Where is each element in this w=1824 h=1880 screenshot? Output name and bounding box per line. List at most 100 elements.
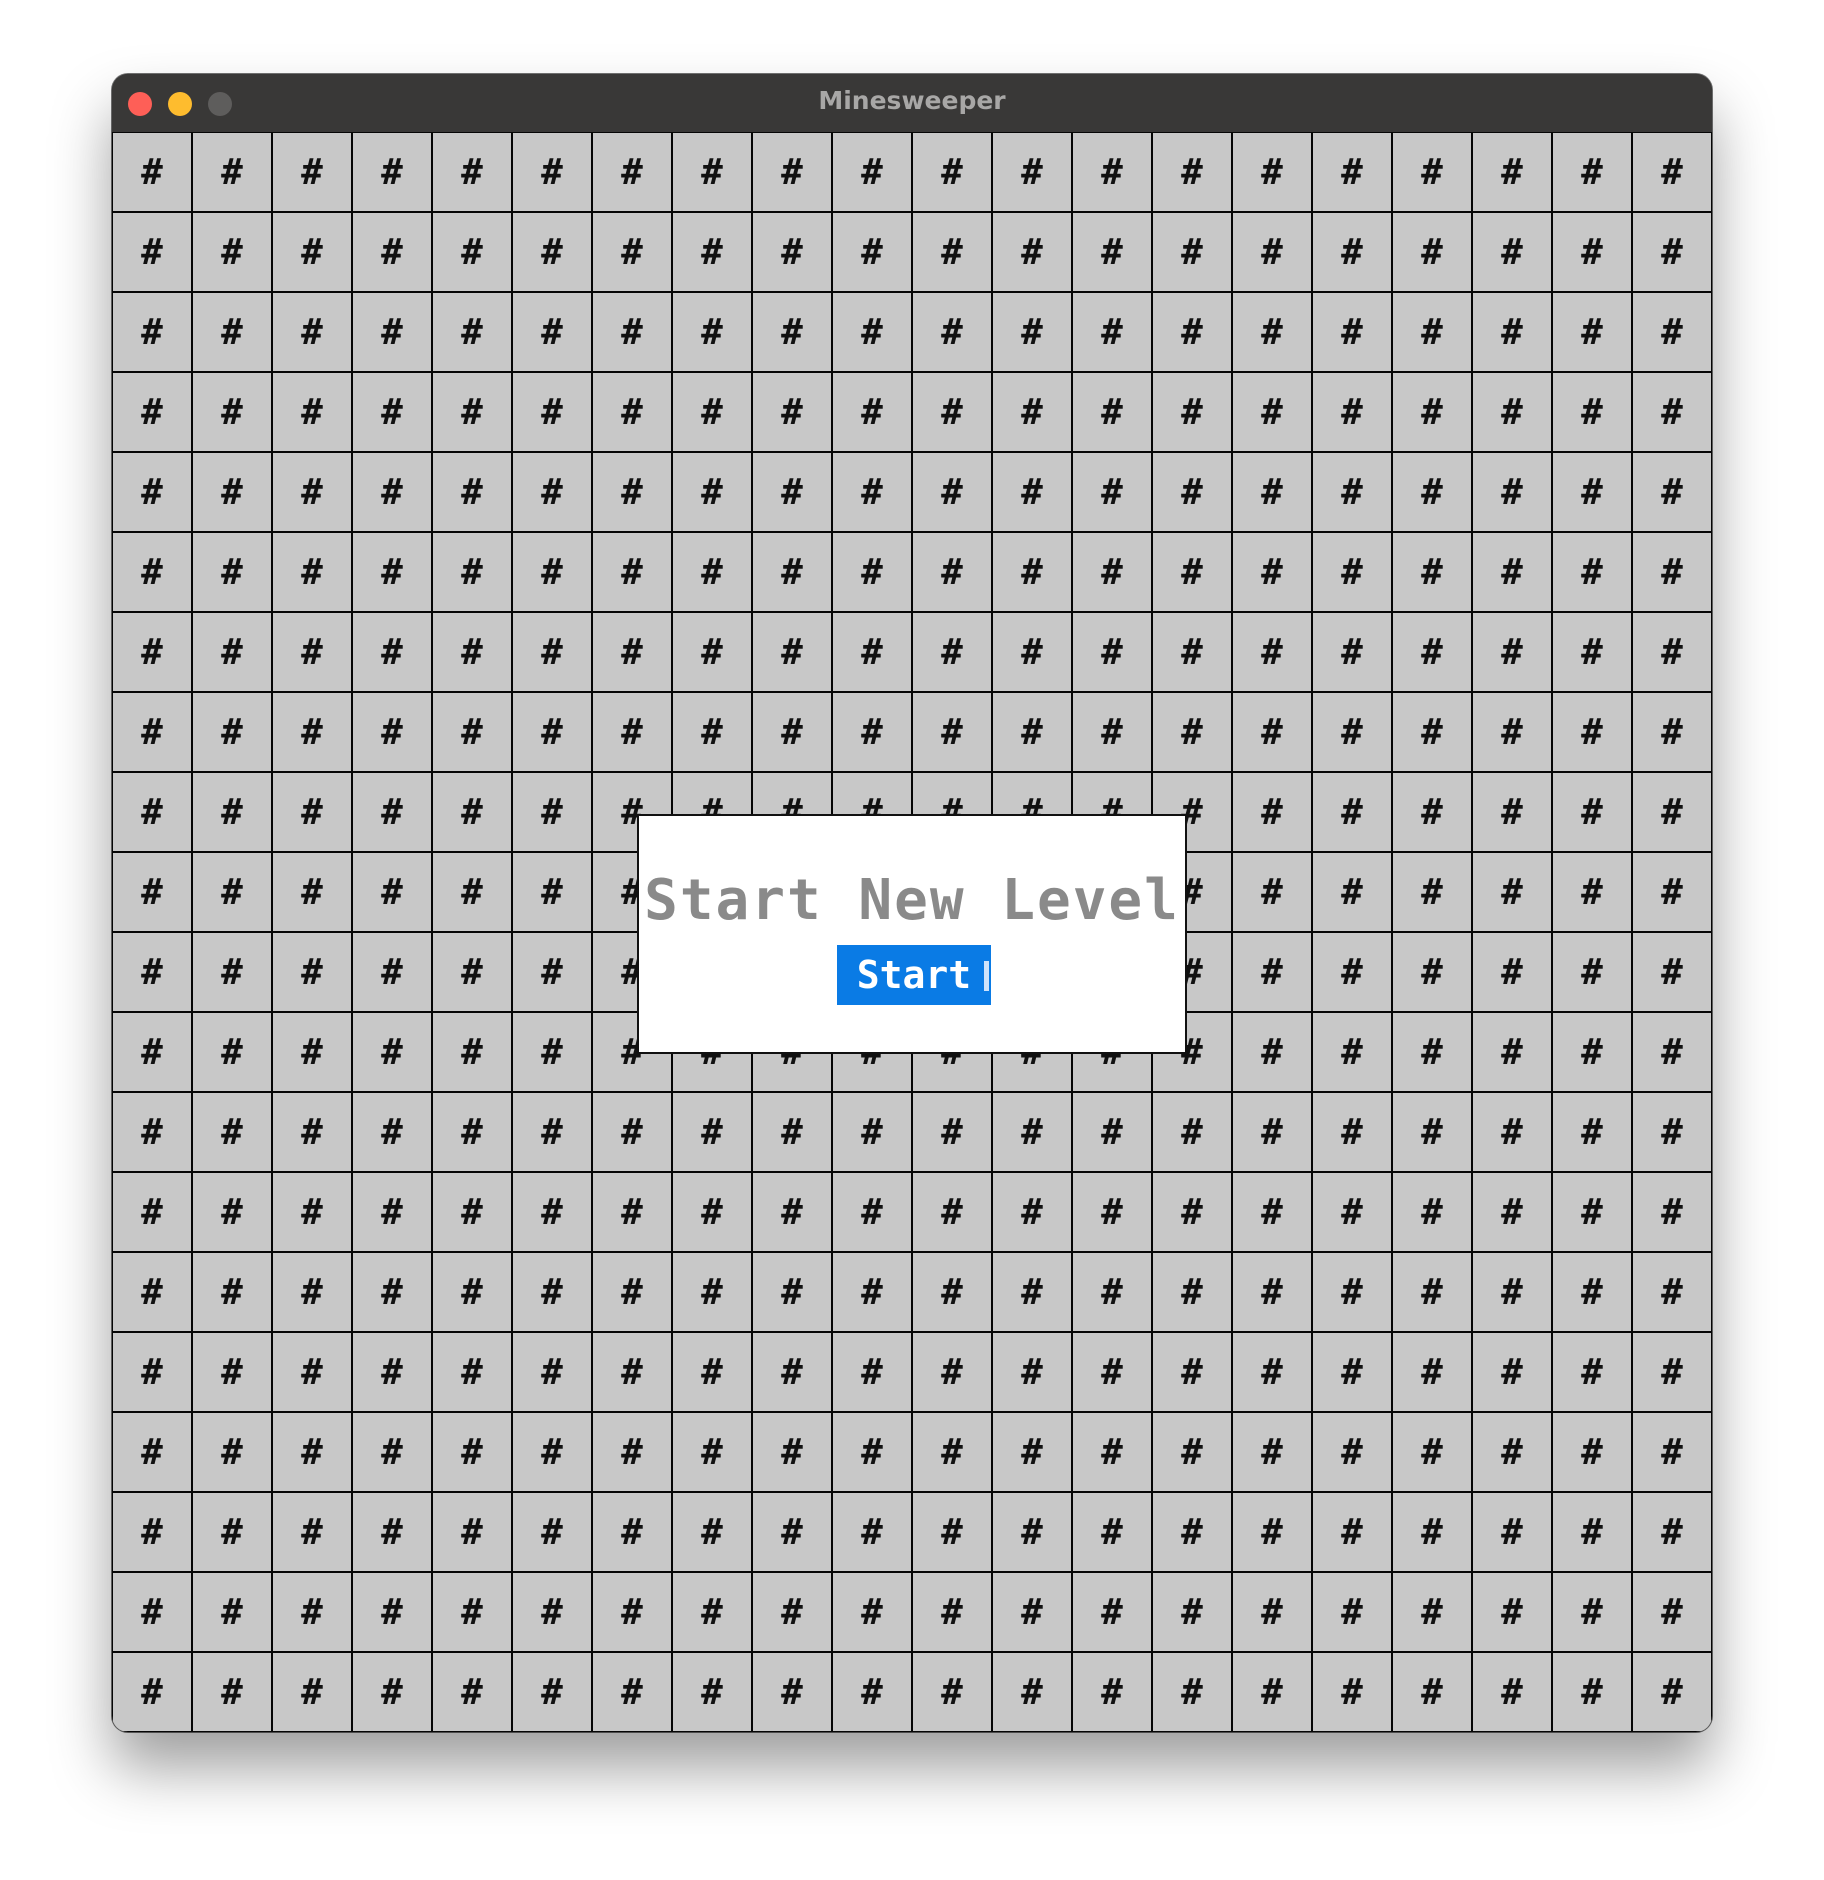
board-cell[interactable]: # [432, 1652, 512, 1732]
board-cell[interactable]: # [432, 1252, 512, 1332]
board-cell[interactable]: # [992, 1252, 1072, 1332]
board-cell[interactable]: # [912, 1492, 992, 1572]
board-cell[interactable]: # [1072, 532, 1152, 612]
board-cell[interactable]: # [1472, 452, 1552, 532]
board-cell[interactable]: # [592, 532, 672, 612]
board-cell[interactable]: # [992, 1652, 1072, 1732]
board-cell[interactable]: # [352, 1012, 432, 1092]
board-cell[interactable]: # [1392, 372, 1472, 452]
board-cell[interactable]: # [192, 372, 272, 452]
board-cell[interactable]: # [1232, 852, 1312, 932]
board-cell[interactable]: # [592, 1572, 672, 1652]
board-cell[interactable]: # [1632, 372, 1712, 452]
board-cell[interactable]: # [112, 1652, 192, 1732]
board-cell[interactable]: # [112, 292, 192, 372]
board-cell[interactable]: # [1472, 1332, 1552, 1412]
board-cell[interactable]: # [1632, 532, 1712, 612]
board-cell[interactable]: # [1152, 1092, 1232, 1172]
board-cell[interactable]: # [1152, 532, 1232, 612]
board-cell[interactable]: # [512, 692, 592, 772]
board-cell[interactable]: # [672, 132, 752, 212]
board-cell[interactable]: # [432, 292, 512, 372]
board-cell[interactable]: # [1392, 1012, 1472, 1092]
board-cell[interactable]: # [512, 1092, 592, 1172]
board-cell[interactable]: # [832, 1332, 912, 1412]
board-cell[interactable]: # [1152, 292, 1232, 372]
board-cell[interactable]: # [352, 1492, 432, 1572]
board-cell[interactable]: # [432, 852, 512, 932]
board-cell[interactable]: # [432, 372, 512, 452]
board-cell[interactable]: # [752, 612, 832, 692]
board-cell[interactable]: # [1552, 772, 1632, 852]
board-cell[interactable]: # [1472, 212, 1552, 292]
board-cell[interactable]: # [352, 452, 432, 532]
board-cell[interactable]: # [112, 852, 192, 932]
board-cell[interactable]: # [1232, 1332, 1312, 1412]
board-cell[interactable]: # [1232, 1572, 1312, 1652]
board-cell[interactable]: # [592, 1652, 672, 1732]
board-cell[interactable]: # [1312, 852, 1392, 932]
board-cell[interactable]: # [992, 1172, 1072, 1252]
board-cell[interactable]: # [1152, 1572, 1232, 1652]
board-cell[interactable]: # [1552, 292, 1632, 372]
board-cell[interactable]: # [1552, 932, 1632, 1012]
board-cell[interactable]: # [1472, 852, 1552, 932]
board-cell[interactable]: # [432, 1492, 512, 1572]
board-cell[interactable]: # [352, 1572, 432, 1652]
board-cell[interactable]: # [1472, 1412, 1552, 1492]
board-cell[interactable]: # [432, 932, 512, 1012]
board-cell[interactable]: # [432, 1572, 512, 1652]
board-cell[interactable]: # [1072, 452, 1152, 532]
board-cell[interactable]: # [272, 772, 352, 852]
board-cell[interactable]: # [1392, 452, 1472, 532]
board-cell[interactable]: # [1552, 1252, 1632, 1332]
board-cell[interactable]: # [1632, 1332, 1712, 1412]
board-cell[interactable]: # [1552, 1492, 1632, 1572]
board-cell[interactable]: # [1632, 852, 1712, 932]
board-cell[interactable]: # [832, 1252, 912, 1332]
board-cell[interactable]: # [1312, 372, 1392, 452]
board-cell[interactable]: # [1072, 612, 1152, 692]
board-cell[interactable]: # [1312, 1092, 1392, 1172]
board-cell[interactable]: # [1392, 1332, 1472, 1412]
board-cell[interactable]: # [752, 292, 832, 372]
board-cell[interactable]: # [1632, 692, 1712, 772]
board-cell[interactable]: # [512, 292, 592, 372]
board-cell[interactable]: # [512, 452, 592, 532]
board-cell[interactable]: # [512, 1172, 592, 1252]
board-cell[interactable]: # [112, 1252, 192, 1332]
board-cell[interactable]: # [1072, 1412, 1152, 1492]
board-cell[interactable]: # [1072, 1492, 1152, 1572]
board-cell[interactable]: # [1232, 612, 1312, 692]
board-cell[interactable]: # [1392, 1092, 1472, 1172]
board-cell[interactable]: # [352, 372, 432, 452]
board-cell[interactable]: # [992, 212, 1072, 292]
board-cell[interactable]: # [1552, 852, 1632, 932]
board-cell[interactable]: # [1552, 212, 1632, 292]
board-cell[interactable]: # [672, 1172, 752, 1252]
board-cell[interactable]: # [1312, 1492, 1392, 1572]
board-cell[interactable]: # [112, 1332, 192, 1412]
board-cell[interactable]: # [272, 1092, 352, 1172]
board-cell[interactable]: # [1552, 532, 1632, 612]
board-cell[interactable]: # [432, 1332, 512, 1412]
board-cell[interactable]: # [1312, 1332, 1392, 1412]
board-cell[interactable]: # [832, 1492, 912, 1572]
board-cell[interactable]: # [1072, 1092, 1152, 1172]
board-cell[interactable]: # [1472, 292, 1552, 372]
board-cell[interactable]: # [1552, 1572, 1632, 1652]
board-cell[interactable]: # [832, 532, 912, 612]
board-cell[interactable]: # [352, 212, 432, 292]
board-cell[interactable]: # [832, 452, 912, 532]
board-cell[interactable]: # [992, 1332, 1072, 1412]
board-cell[interactable]: # [1632, 212, 1712, 292]
board-cell[interactable]: # [432, 1012, 512, 1092]
board-cell[interactable]: # [1072, 692, 1152, 772]
board-cell[interactable]: # [352, 612, 432, 692]
board-cell[interactable]: # [1632, 452, 1712, 532]
board-cell[interactable]: # [752, 1652, 832, 1732]
board-cell[interactable]: # [1552, 1012, 1632, 1092]
board-cell[interactable]: # [192, 692, 272, 772]
board-cell[interactable]: # [1152, 1252, 1232, 1332]
board-cell[interactable]: # [432, 132, 512, 212]
